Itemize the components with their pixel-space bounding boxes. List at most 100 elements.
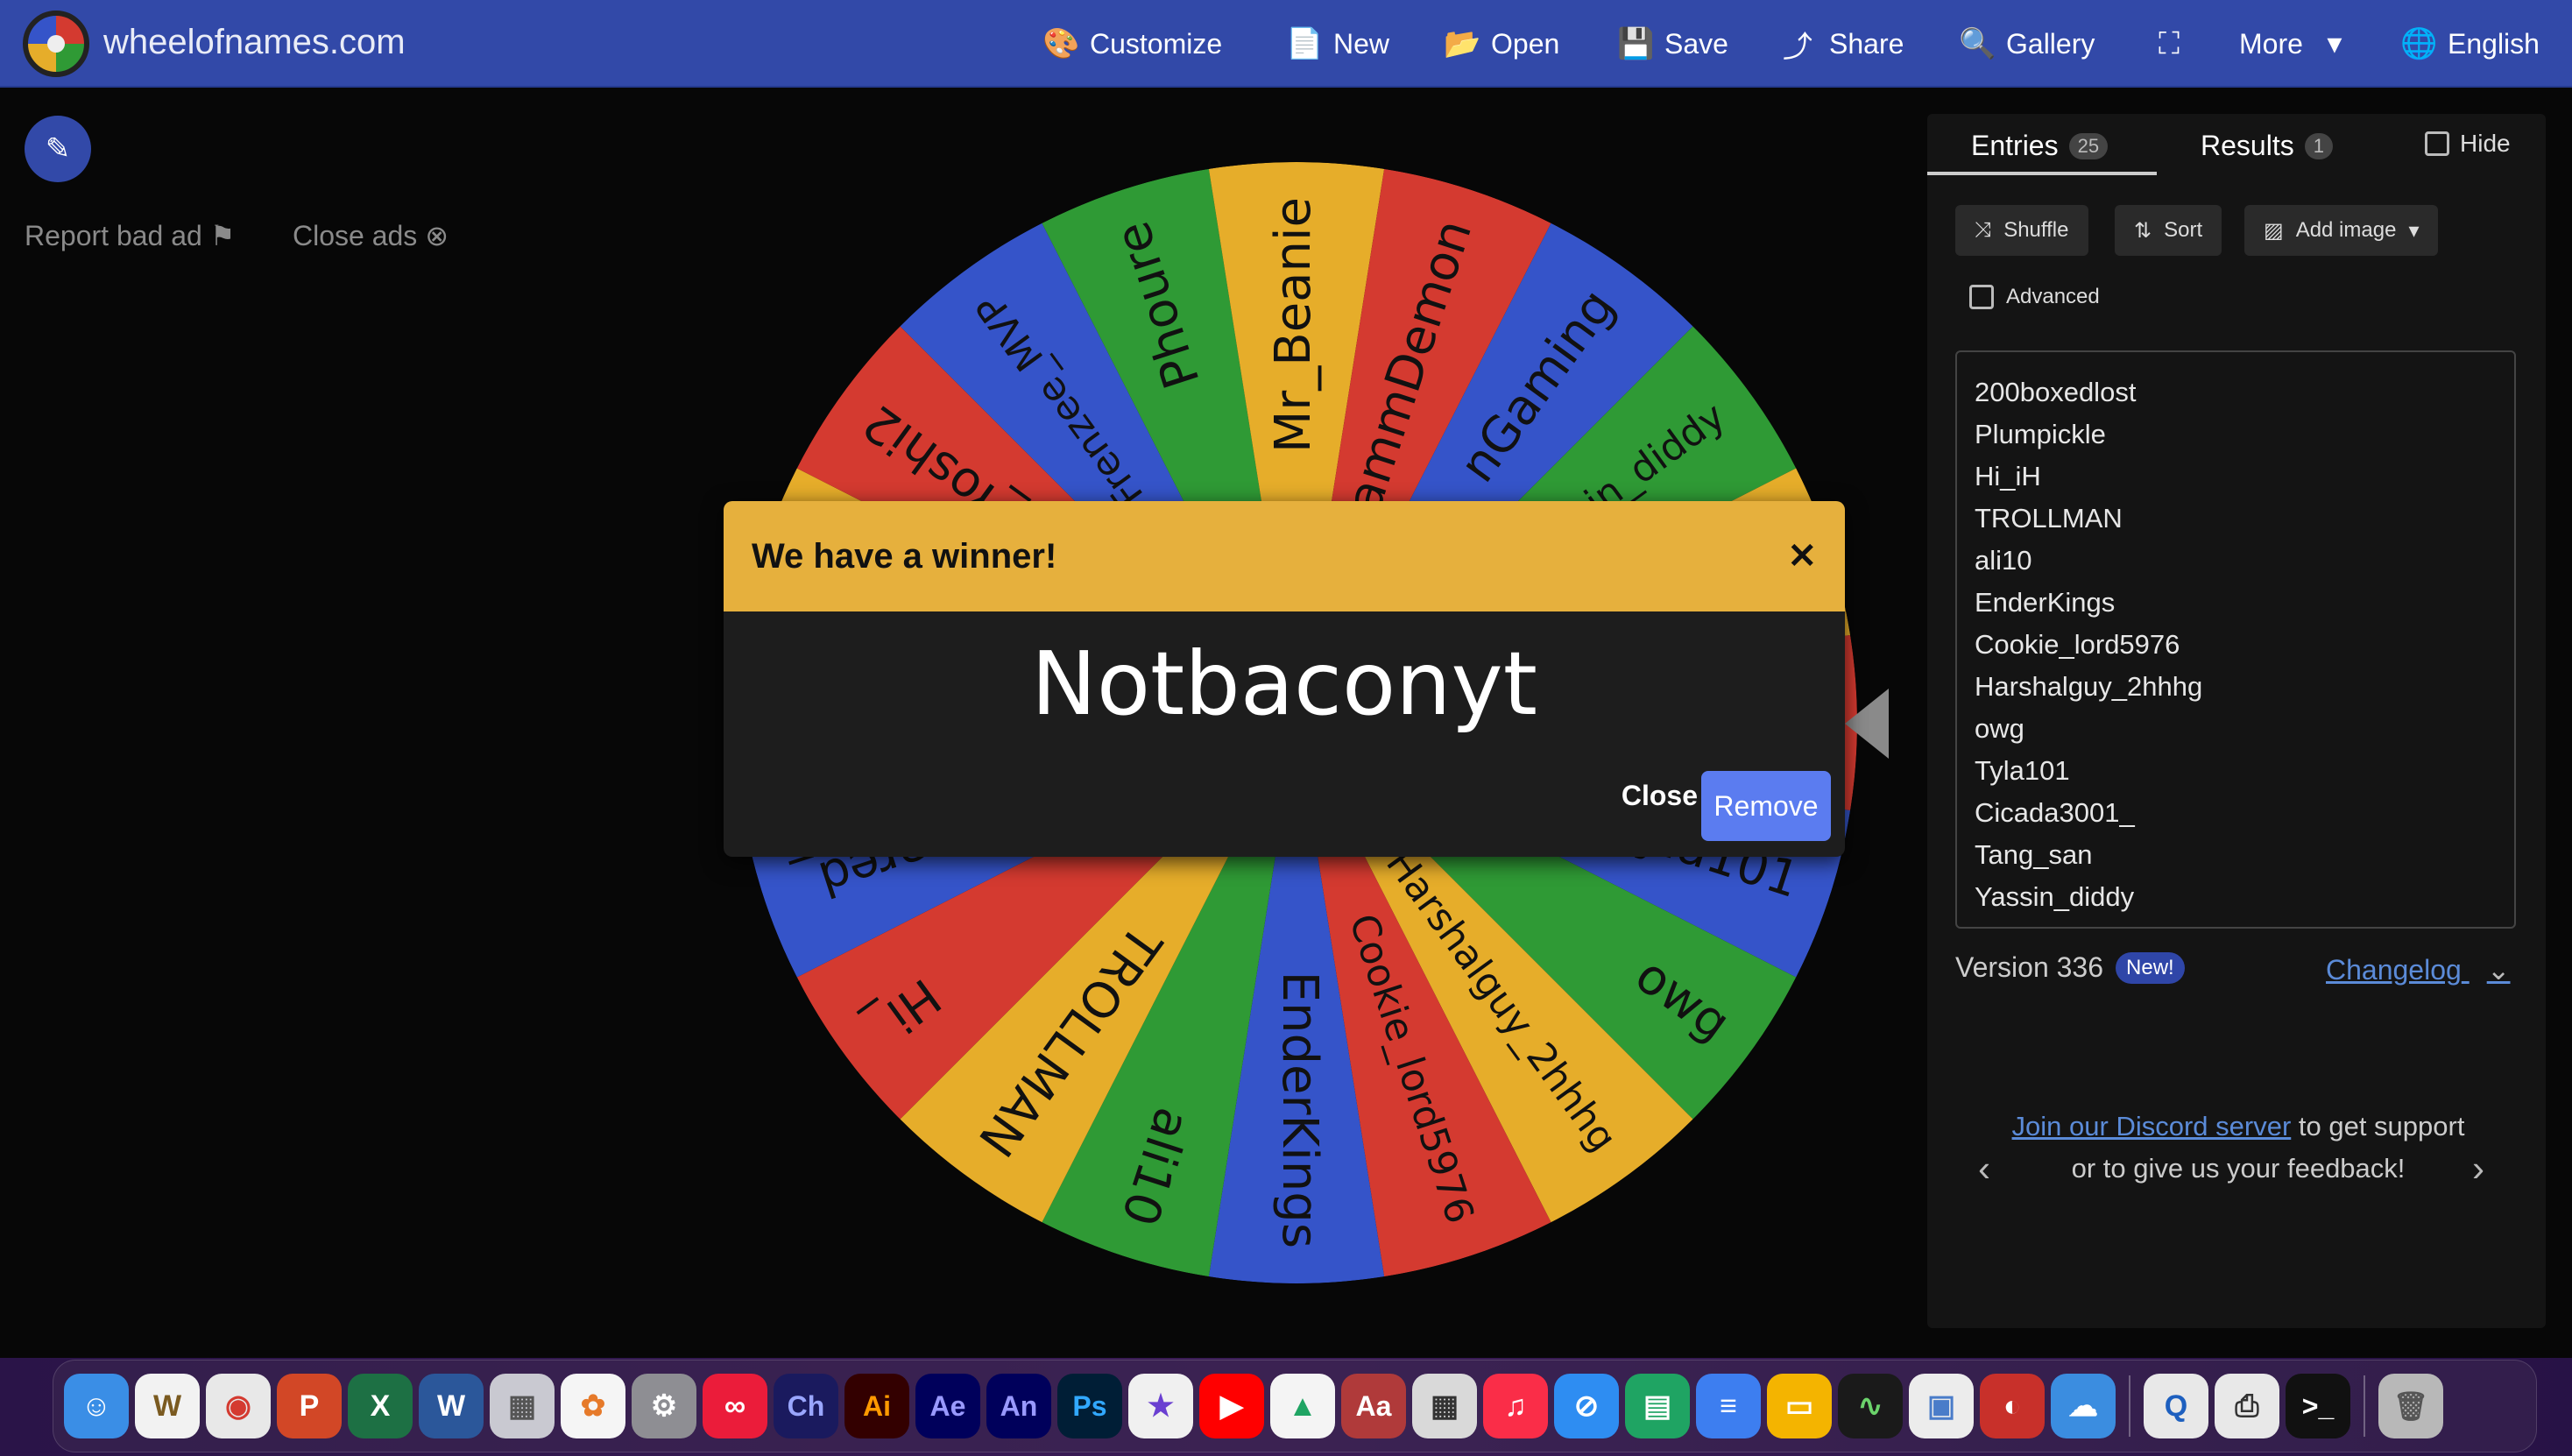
nav-label: Share: [1829, 27, 1904, 60]
dock-google-slides-icon[interactable]: ▭: [1767, 1374, 1832, 1438]
tab-entries[interactable]: Entries 25: [1971, 130, 2109, 162]
chevron-left-icon[interactable]: ‹: [1978, 1148, 1990, 1190]
hide-label: Hide: [2460, 130, 2511, 157]
palette-icon: 🎨: [1042, 27, 1080, 60]
dock-finder-icon[interactable]: ☺: [64, 1374, 129, 1438]
dock-google-docs-icon[interactable]: ≡: [1696, 1374, 1761, 1438]
dock-launchpad-icon[interactable]: ▦: [490, 1374, 555, 1438]
entry-line: Tang_san: [1975, 839, 2093, 870]
dock-separator: [2129, 1375, 2130, 1437]
advanced-label: Advanced: [2006, 285, 2100, 308]
dock-music-icon[interactable]: ♫: [1483, 1374, 1548, 1438]
close-ads-link[interactable]: Close ads ⊗: [293, 219, 449, 252]
folder-open-icon: 📂: [1444, 27, 1481, 60]
entry-line: Cicada3001_: [1975, 797, 2135, 828]
entries-count-badge: 25: [2068, 132, 2109, 159]
nav-save-button[interactable]: 💾 Save: [1617, 0, 1728, 88]
dock-after-effects-icon[interactable]: Ae: [915, 1374, 980, 1438]
dock-safari-icon[interactable]: ⊘: [1554, 1374, 1619, 1438]
chevron-down-icon[interactable]: ⌄: [2487, 954, 2511, 986]
nav-share-button[interactable]: ⤴ Share: [1782, 0, 1904, 88]
dock-excel-icon[interactable]: X: [348, 1374, 413, 1438]
wheel-pointer-icon: [1845, 689, 1889, 759]
dock-animate-icon[interactable]: An: [986, 1374, 1051, 1438]
dock-photo-booth-icon[interactable]: ◐: [1980, 1374, 2045, 1438]
macos-dock: ☺ W ◉ P X W ▦ ✿ ⚙ ∞ Ch Ai Ae An Ps ★ ▶ ▲ Aa ▦ ♫ ⊘ ▤ ≡ ▭ ∿ ▣ ◐ ☁ Q ⎙ >_ 🗑: [53, 1360, 2537, 1452]
dock-illustrator-icon[interactable]: Ai: [844, 1374, 909, 1438]
add-image-label: Add image: [2295, 218, 2397, 242]
share-icon: ⤴: [1783, 30, 1812, 64]
nav-english-button[interactable]: 🌐 English: [2400, 0, 2540, 88]
nav-fullscreen-button[interactable]: ⛶: [2153, 0, 2201, 88]
remove-button[interactable]: Remove: [1701, 771, 1831, 841]
dock-powerpoint-icon[interactable]: P: [277, 1374, 342, 1438]
dock-activity-monitor-icon[interactable]: ∿: [1838, 1374, 1903, 1438]
shuffle-label: Shuffle: [2003, 218, 2069, 242]
nav-more-button[interactable]: More ▾: [2239, 0, 2350, 88]
wheel-logo-icon[interactable]: [23, 11, 89, 77]
close-ads-label: Close ads: [293, 220, 418, 251]
discord-link[interactable]: Join our Discord server: [2012, 1111, 2292, 1141]
hide-toggle[interactable]: Hide: [2425, 130, 2511, 158]
hide-checkbox[interactable]: [2425, 131, 2449, 156]
dock-youtube-icon[interactable]: ▶: [1199, 1374, 1264, 1438]
entry-line: TROLLMAN: [1975, 503, 2123, 534]
changelog-link[interactable]: Changelog ⌄: [2326, 953, 2511, 986]
tab-entries-label: Entries: [1971, 130, 2059, 161]
dock-system-settings-icon[interactable]: ⚙: [632, 1374, 696, 1438]
entry-line: 200boxedlost: [1975, 377, 2137, 407]
advanced-checkbox[interactable]: [1969, 285, 1994, 309]
add-image-button[interactable]: ▨ Add image ▾: [2244, 205, 2439, 256]
version-info: Version 336 New!: [1955, 951, 2185, 984]
sort-icon: ⇅: [2134, 218, 2152, 243]
tab-results[interactable]: Results 1: [2201, 130, 2333, 162]
dock-trash-icon[interactable]: 🗑: [2378, 1374, 2443, 1438]
entry-line: Plumpickle: [1975, 419, 2106, 449]
wheel-segment-label: Mr_Beanie: [1265, 197, 1322, 453]
advanced-toggle[interactable]: Advanced: [1950, 272, 2119, 322]
globe-icon: 🌐: [2400, 27, 2438, 60]
dock-google-drive-icon[interactable]: ▲: [1270, 1374, 1335, 1438]
dock-quicktime-icon[interactable]: Q: [2144, 1374, 2208, 1438]
shuffle-button[interactable]: ⤨ Shuffle: [1955, 205, 2088, 256]
nav-label: New: [1333, 27, 1390, 60]
file-icon: 📄: [1286, 27, 1324, 60]
dock-terminal-icon[interactable]: >_: [2286, 1374, 2350, 1438]
nav-label: More: [2239, 27, 2303, 60]
nav-open-button[interactable]: 📂 Open: [1444, 0, 1559, 88]
entry-line: Tyla101: [1975, 755, 2070, 786]
caret-down-icon: ▾: [2408, 218, 2420, 243]
site-name[interactable]: wheelofnames.com: [103, 23, 406, 62]
dock-word-icon[interactable]: W: [419, 1374, 484, 1438]
dock-photoshop-icon[interactable]: Ps: [1057, 1374, 1122, 1438]
chevron-right-icon[interactable]: ›: [2472, 1148, 2484, 1190]
nav-label: Save: [1664, 27, 1728, 60]
report-bad-ad-link[interactable]: Report bad ad ⚑: [25, 219, 235, 252]
edit-wheel-button[interactable]: ✎: [25, 116, 91, 182]
dock-icloud-icon[interactable]: ☁: [2051, 1374, 2116, 1438]
nav-label: Customize: [1090, 27, 1223, 60]
discord-message: Join our Discord server to get support o…: [2006, 1106, 2470, 1190]
dock-calculator-icon[interactable]: ▦: [1412, 1374, 1477, 1438]
nav-new-button[interactable]: 📄 New: [1286, 0, 1389, 88]
sort-button[interactable]: ⇅ Sort: [2115, 205, 2222, 256]
close-icon[interactable]: ✕: [1787, 536, 1817, 576]
dock-chrome-icon[interactable]: ◉: [206, 1374, 271, 1438]
dock-creative-cloud-icon[interactable]: ∞: [703, 1374, 767, 1438]
sort-label: Sort: [2164, 218, 2203, 242]
nav-customize-button[interactable]: 🎨 Customize: [1042, 0, 1222, 88]
dock-printer-icon[interactable]: ⎙: [2215, 1374, 2279, 1438]
dock-photos-icon[interactable]: ✿: [561, 1374, 625, 1438]
dock-imovie-icon[interactable]: ★: [1128, 1374, 1193, 1438]
dock-google-sheets-icon[interactable]: ▤: [1625, 1374, 1690, 1438]
dock-character-animator-icon[interactable]: Ch: [774, 1374, 838, 1438]
winner-dialog-header: We have a winner! ✕: [724, 501, 1845, 611]
dock-wheel-app-icon[interactable]: W: [135, 1374, 200, 1438]
close-button[interactable]: Close: [1622, 780, 1698, 812]
image-icon: ▨: [2264, 218, 2284, 243]
top-navbar: wheelofnames.com 🎨 Customize 📄 New 📂 Open 💾 Sav…: [0, 0, 2572, 88]
dock-dictionary-icon[interactable]: Aa: [1341, 1374, 1406, 1438]
entries-textarea[interactable]: 200boxedlost Plumpickle Hi_iH TROLLMAN ali10…: [1955, 350, 2516, 929]
nav-gallery-button[interactable]: 🔍 Gallery: [1959, 0, 2095, 88]
dock-preview-icon[interactable]: ▣: [1909, 1374, 1974, 1438]
